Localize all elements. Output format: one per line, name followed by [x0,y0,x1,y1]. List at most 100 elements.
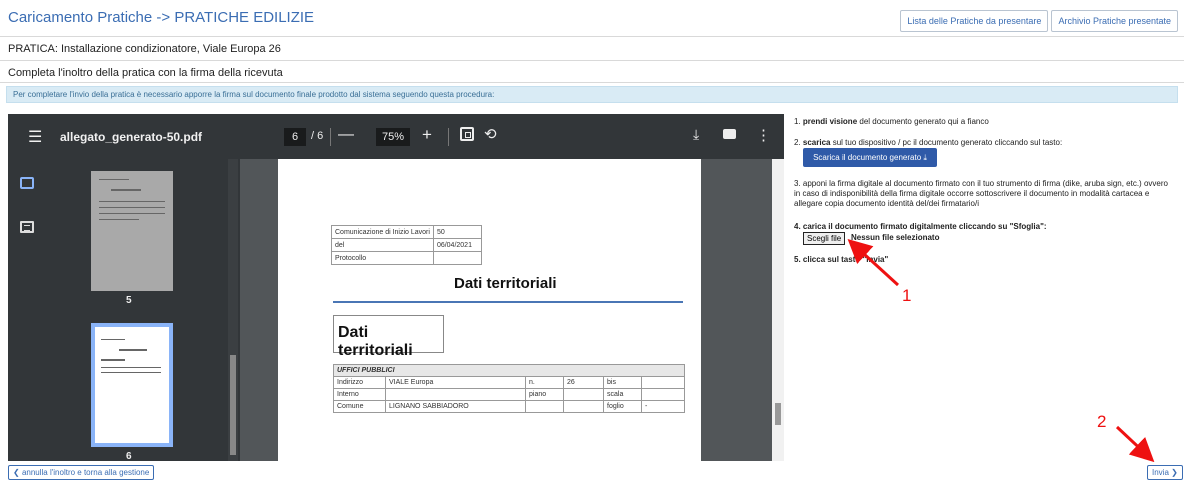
archive-pratiche-button[interactable]: Archivio Pratiche presentate [1051,10,1178,32]
thumb-line [101,339,125,340]
step-4: 4. carica il documento firmato digitalme… [794,222,1047,231]
step-3: 3. apponi la firma digitale al documento… [794,179,1168,208]
cancel-back-button[interactable]: ❮ annulla l'inoltro e torna alla gestion… [8,465,155,480]
thumb-line [99,201,165,202]
table-cell: 26 [563,376,604,389]
divider [0,60,1184,61]
thumbnail-label: 6 [126,451,132,461]
table-cell: piano [525,388,564,401]
outline-icon[interactable] [20,221,34,233]
annotation-label-2: 2 [1097,412,1107,431]
table-row: Comunicazione di Inizio Lavori 50 [331,225,482,239]
table-cell [432,251,482,265]
table-cell [525,400,564,413]
choose-file-button[interactable]: Scegli file [803,232,846,245]
thumb-line [111,189,141,191]
fit-page-icon[interactable] [460,127,474,141]
thumb-line [101,367,161,368]
table-header: UFFICI PUBBLICI [333,364,685,377]
page-total: / 6 [311,130,324,142]
table-cell: scala [603,388,642,401]
send-button[interactable]: Invia ❯ [1147,465,1183,480]
table-cell: 50 [432,225,482,239]
step-number: 2. [794,138,801,147]
button-label: annulla l'inoltro e torna alla gestione [21,468,150,477]
download-icon: ⤓ [923,152,927,162]
thumb-line [99,219,139,220]
thumbnail-icon[interactable] [20,177,34,189]
page-thumbnail-5[interactable] [91,171,173,291]
table-cell: Indirizzo [333,376,386,389]
file-status: Nessun file selezionato [851,233,940,242]
doc-rule [333,301,683,303]
table-row: Comune LIGNANO SABBIADORO foglio - [333,400,685,413]
doc-heading: Dati territoriali [454,275,557,292]
table-row: Protocollo [331,251,482,265]
more-icon[interactable]: ⋮ [756,126,771,144]
step-keyword: prendi visione [802,117,858,126]
divider [0,82,1184,83]
thumb-line [99,213,165,214]
table-cell: VIALE Europa [385,376,526,389]
thumb-line [101,372,161,373]
step-number: 1. [794,117,801,126]
list-pratiche-button[interactable]: Lista delle Pratiche da presentare [900,10,1049,32]
completa-heading: Completa l'inoltro della pratica con la … [8,67,283,79]
thumbnail-scrollbar[interactable] [228,159,238,461]
thumb-line [119,349,147,351]
page-thumbnail-6[interactable] [91,323,173,447]
doc-uffici-table: UFFICI PUBBLICI Indirizzo VIALE Europa n… [333,364,685,413]
zoom-input[interactable]: 75% [376,128,410,146]
step-2: 2. scarica sul tuo dispositivo / pc il d… [794,138,1180,148]
menu-icon[interactable]: ☰ [28,127,42,147]
table-cell: 06/04/2021 [432,238,482,252]
scrollbar-thumb[interactable] [230,355,236,455]
top-buttons: Lista delle Pratiche da presentare Archi… [900,10,1178,32]
divider [448,128,449,146]
table-cell [385,388,526,401]
table-cell: foglio [603,400,642,413]
table-row: Interno piano scala [333,388,685,401]
minus-icon[interactable]: — [338,126,354,144]
divider [0,36,1184,37]
plus-icon[interactable]: + [422,125,432,145]
thumb-line [99,179,129,180]
step-5: 5. clicca sul tasto "Invia" [794,255,889,264]
doc-box-heading: Dati territoriali [333,315,444,359]
table-cell [641,388,685,401]
step-text: sul tuo dispositivo / pc il documento ge… [832,138,1063,147]
pratica-title: PRATICA: Installazione condizionatore, V… [8,43,281,55]
rotate-icon[interactable]: ⟲ [484,125,497,143]
thumb-line [101,359,125,361]
step-keyword: scarica [802,138,831,147]
pdf-scrollbar[interactable] [772,159,784,461]
pdf-filename: allegato_generato-50.pdf [60,130,203,144]
arrow-annotation-2 [1115,425,1155,463]
table-cell: bis [603,376,642,389]
download-document-button[interactable]: Scarica il documento generato ⤓ [803,148,937,167]
pdf-sidebar [8,159,46,461]
step-text: del documento generato qui a fianco [859,117,989,126]
table-cell: Comune [333,400,386,413]
print-icon[interactable] [723,129,736,139]
table-row: Indirizzo VIALE Europa n. 26 bis [333,376,685,389]
page-number-input[interactable]: 6 [284,128,306,146]
divider [330,128,331,146]
pdf-toolbar: ☰ allegato_generato-50.pdf 6 / 6 — 75% +… [8,114,784,159]
table-cell: Protocollo [331,251,434,265]
table-cell [563,400,604,413]
thumbnail-panel: 5 6 [46,159,240,461]
download-icon[interactable]: ⤓ [693,126,699,143]
table-cell: - [641,400,685,413]
scrollbar-thumb[interactable] [775,403,781,425]
table-cell: del [331,238,434,252]
step-1: 1. prendi visione del documento generato… [794,117,1180,127]
table-cell: LIGNANO SABBIADORO [385,400,526,413]
annotation-label-1: 1 [902,286,912,305]
pdf-viewer[interactable]: ☰ allegato_generato-50.pdf 6 / 6 — 75% +… [8,114,784,461]
table-cell: Interno [333,388,386,401]
doc-protocol-table: Comunicazione di Inizio Lavori 50 del 06… [331,225,482,265]
page-title: Caricamento Pratiche -> PRATICHE EDILIZI… [8,9,315,26]
table-cell [563,388,604,401]
pdf-page: Comunicazione di Inizio Lavori 50 del 06… [278,159,701,461]
